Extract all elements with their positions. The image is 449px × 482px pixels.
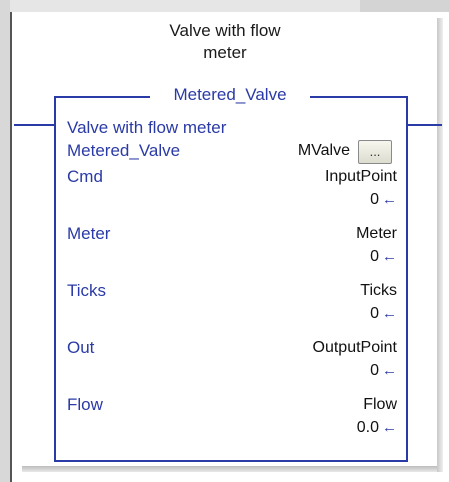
block-instance-name[interactable]: Metered_Valve [150, 85, 310, 105]
param-value-flow-text: 0.0 [356, 419, 379, 436]
left-arrow-icon: ← [382, 305, 397, 322]
param-value-out-text: 0 [370, 362, 379, 379]
editor-top-border [0, 0, 449, 12]
left-arrow-icon: ← [382, 191, 397, 208]
block-description: Valve with flow meter [67, 118, 227, 137]
editor-tab-shade [360, 0, 449, 12]
operand-tag[interactable]: MValve [298, 140, 350, 162]
block-bottom-shadow [22, 466, 437, 472]
param-tag-cmd[interactable]: InputPoint [325, 166, 397, 188]
block-title-line-2: meter [203, 43, 247, 62]
browse-operand-button[interactable]: ... [358, 140, 392, 164]
param-value-cmd-text: 0 [370, 191, 379, 208]
left-arrow-icon: ← [382, 419, 397, 436]
param-tag-meter[interactable]: Meter [356, 223, 397, 245]
param-value-meter: 0 ← [370, 246, 397, 268]
param-label-out: Out [67, 338, 95, 357]
left-arrow-icon: ← [382, 362, 397, 379]
rung-wire-right [406, 124, 442, 126]
left-power-rail-area [0, 0, 10, 482]
param-label-meter: Meter [67, 224, 111, 243]
param-tag-out[interactable]: OutputPoint [313, 337, 398, 359]
ladder-editor-canvas: Valve with flow meter Metered_Valve Valv… [0, 0, 449, 482]
block-title: Valve with flow meter [110, 20, 340, 64]
operand-label: Metered_Valve [67, 141, 181, 160]
block-right-shadow [437, 18, 443, 472]
rung-wire-left [14, 124, 54, 126]
param-label-flow: Flow [67, 395, 103, 414]
param-value-flow: 0.0 ← [357, 417, 397, 439]
param-tag-ticks[interactable]: Ticks [360, 280, 397, 302]
param-value-out: 0 ← [370, 360, 397, 382]
param-value-meter-text: 0 [370, 248, 379, 265]
param-label-cmd: Cmd [67, 167, 103, 186]
param-label-ticks: Ticks [67, 281, 107, 300]
param-value-ticks-text: 0 [370, 305, 379, 322]
param-value-cmd: 0 ← [370, 189, 397, 211]
param-tag-flow[interactable]: Flow [363, 394, 397, 416]
left-power-rail [10, 12, 12, 482]
param-value-ticks: 0 ← [370, 303, 397, 325]
block-title-line-1: Valve with flow [169, 21, 281, 40]
left-arrow-icon: ← [382, 248, 397, 265]
